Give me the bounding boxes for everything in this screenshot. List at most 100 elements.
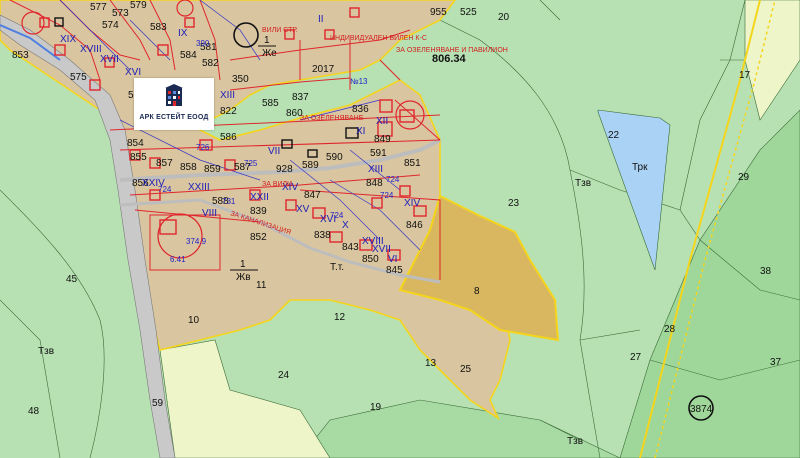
reference-value: 374.9 (186, 237, 207, 246)
elevation-value: 724 (330, 211, 344, 220)
zoning-note: ВИЛИ СТР. (262, 27, 298, 34)
roman-label: XV (296, 204, 310, 215)
roman-label: VI (388, 254, 397, 265)
stamp-label: №13 (350, 77, 368, 86)
parcel-label: 25 (460, 364, 472, 375)
plot-number: 590 (326, 152, 343, 163)
elevation-value: 724 (386, 175, 400, 184)
plot-number: 846 (406, 220, 423, 231)
parcel-label: 59 (152, 398, 164, 409)
zone-label: Тзв (38, 346, 54, 357)
plot-number: 858 (180, 162, 197, 173)
plot-number: 573 (112, 8, 129, 19)
parcel-label: 806.34 (432, 53, 467, 65)
parcel-label: 19 (370, 402, 382, 413)
parcel-label: 12 (334, 312, 346, 323)
roman-label: XXIII (188, 182, 210, 193)
roman-label: XIII (368, 164, 383, 175)
roman-label: X (342, 220, 349, 231)
plot-number: 847 (304, 190, 321, 201)
elevation-value: 731 (222, 197, 236, 206)
zone-label: Тзв (575, 178, 591, 189)
plot-number: 525 (460, 7, 477, 18)
zone-label: Трк (632, 162, 648, 173)
plot-number: 849 (374, 134, 391, 145)
roman-label: XXII (250, 192, 269, 203)
plot-number: 850 (362, 254, 379, 265)
parcel-label: 23 (508, 198, 520, 209)
plot-number: 928 (276, 164, 293, 175)
roman-label: VII (268, 146, 280, 157)
plot-number: 848 (366, 178, 383, 189)
street-label: Т.т. (330, 262, 344, 273)
parcel-label: 45 (66, 274, 78, 285)
zone-label: Тзв (567, 436, 583, 447)
parcel-label: 3874 (690, 404, 713, 415)
roman-label: XVII (100, 54, 119, 65)
plot-number: 955 (430, 7, 447, 18)
parcel-label: 853 (12, 50, 29, 61)
parcel-label: 22 (608, 130, 620, 141)
plot-number: 845 (386, 265, 403, 276)
roman-label: XII (376, 116, 388, 127)
parcel-label: 17 (739, 70, 751, 81)
roman-label: XIX (60, 34, 76, 45)
plot-number: 591 (370, 148, 387, 159)
plot-number: 839 (250, 206, 267, 217)
zone-label: 1 (240, 259, 246, 270)
plot-number: 836 (352, 104, 369, 115)
plot-number: 854 (127, 138, 144, 149)
plot-number: 577 (90, 2, 107, 13)
parcel-label: 8 (474, 286, 480, 297)
plot-number: 350 (232, 74, 249, 85)
plot-number: 837 (292, 92, 309, 103)
zone-label: Жв (236, 272, 251, 283)
plot-number: 585 (262, 98, 279, 109)
plot-number: 851 (404, 158, 421, 169)
roman-label: XVIII (80, 44, 102, 55)
parcel-label: 24 (278, 370, 290, 381)
company-logo[interactable]: АРК ЕСТЕЙТ ЕООД (134, 78, 214, 130)
parcel-label: 28 (664, 324, 676, 335)
plot-number: 859 (204, 164, 221, 175)
logo-text: АРК ЕСТЕЙТ ЕООД (139, 114, 209, 121)
parcel-label: 27 (630, 352, 642, 363)
parcel-label: 29 (738, 172, 750, 183)
zone-label: 1 (264, 35, 270, 46)
parcel-label: 13 (425, 358, 437, 369)
roman-label: XI (356, 126, 365, 137)
parcel-label: 38 (760, 266, 772, 277)
roman-label: XIV (404, 198, 420, 209)
plot-number: 589 (302, 160, 319, 171)
plot-number: 822 (220, 106, 237, 117)
parcel-label: 20 (498, 12, 510, 23)
plot-number: 857 (156, 158, 173, 169)
elevation-value: 724 (158, 185, 172, 194)
zoning-note: ЗА ВИЛИ (262, 181, 292, 188)
plot-number: 838 (314, 230, 331, 241)
elevation-value: 390 (196, 39, 210, 48)
zoning-note: ЗА ОЗЕЛЕНЯВАНЕ И ПАВИЛИОН (396, 47, 508, 54)
plot-number: 855 (130, 152, 147, 163)
parcel-label: 11 (256, 280, 267, 291)
plot-number: 852 (250, 232, 267, 243)
elevation-value: 726 (196, 143, 210, 152)
plot-number: 583 (150, 22, 167, 33)
roman-label: II (318, 14, 324, 25)
parcel-label: 2017 (312, 64, 335, 75)
plot-number: 574 (102, 20, 119, 31)
plot-number: 584 (180, 50, 197, 61)
zoning-note: ИНДИВИДУАЛЕН ВИЛЕН К-С (330, 35, 427, 42)
plot-number: 582 (202, 58, 219, 69)
parcel-label: 37 (770, 357, 782, 368)
building-logo-icon (165, 84, 183, 106)
roman-label: VIII (202, 208, 217, 219)
plot-number: 843 (342, 242, 359, 253)
roman-label: XIII (220, 90, 235, 101)
roman-label: IX (178, 28, 188, 39)
roman-label: XVI (125, 67, 141, 78)
elevation-value: 725 (244, 159, 258, 168)
plot-number: 586 (220, 132, 237, 143)
parcel-label: 48 (28, 406, 40, 417)
cadastral-map[interactable]: 45 48 59 10 11 12 13 24 19 25 8 23 22 17… (0, 0, 800, 458)
